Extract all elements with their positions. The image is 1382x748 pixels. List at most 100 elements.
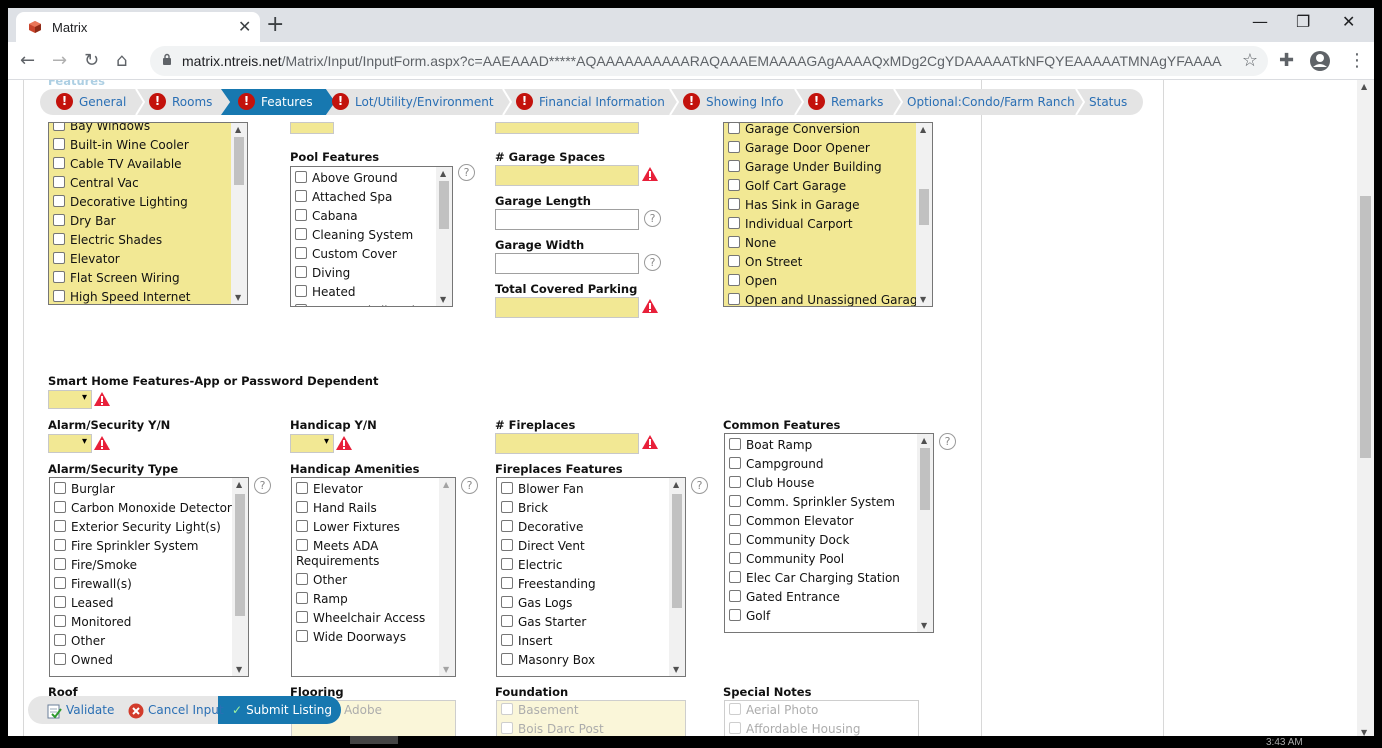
- profile-avatar-icon[interactable]: [1309, 50, 1331, 72]
- checkbox[interactable]: [296, 520, 308, 532]
- pool-features-listbox[interactable]: Above Ground Attached Spa Cabana Cleaning S…: [290, 166, 453, 307]
- list-item[interactable]: Attached Spa: [291, 188, 436, 207]
- list-item[interactable]: Other: [292, 571, 439, 590]
- list-item[interactable]: Electric: [497, 556, 669, 575]
- list-item[interactable]: Wheelchair Access: [292, 609, 439, 628]
- list-item[interactable]: Golf: [725, 607, 917, 626]
- garage-length-input[interactable]: [495, 209, 639, 230]
- checkbox[interactable]: [54, 520, 66, 532]
- list-item[interactable]: Garage Under Building: [724, 158, 916, 177]
- checkbox[interactable]: [53, 252, 65, 264]
- checkbox[interactable]: [53, 233, 65, 245]
- list-item[interactable]: Gas Starter: [497, 613, 669, 632]
- checkbox[interactable]: [295, 209, 307, 221]
- list-item[interactable]: Diving: [291, 264, 436, 283]
- pool-features-help-icon[interactable]: ?: [458, 164, 475, 181]
- list-item[interactable]: High Speed Internet: [49, 288, 231, 304]
- checkbox[interactable]: [54, 558, 66, 570]
- list-item[interactable]: Common Elevator: [725, 512, 917, 531]
- garage-spaces-input[interactable]: [495, 165, 639, 186]
- back-icon[interactable]: ←: [20, 50, 35, 71]
- step-tab-features[interactable]: ! Features: [238, 89, 313, 115]
- list-item[interactable]: Flat Screen Wiring: [49, 269, 231, 288]
- list-item[interactable]: Electric Shades: [49, 231, 231, 250]
- checkbox[interactable]: [728, 123, 740, 134]
- list-item[interactable]: Fire/Smoke: [50, 556, 232, 575]
- checkbox[interactable]: [501, 482, 513, 494]
- list-item[interactable]: Cleaning System: [291, 226, 436, 245]
- list-item[interactable]: Central Vac: [49, 174, 231, 193]
- checkbox[interactable]: [53, 176, 65, 188]
- page-scroll-thumb[interactable]: [1360, 196, 1371, 458]
- list-item[interactable]: Firewall(s): [50, 575, 232, 594]
- list-item[interactable]: Dry Bar: [49, 212, 231, 231]
- list-item[interactable]: Insert: [497, 632, 669, 651]
- alarm-yn-select[interactable]: ▾: [48, 434, 92, 453]
- checkbox[interactable]: [501, 615, 513, 627]
- checkbox[interactable]: [296, 630, 308, 642]
- validate-button[interactable]: Validate: [46, 696, 114, 724]
- list-item[interactable]: Decorative Lighting: [49, 193, 231, 212]
- checkbox[interactable]: [54, 653, 66, 665]
- list-item[interactable]: Boat Ramp: [725, 436, 917, 455]
- minimize-icon[interactable]: —: [1252, 12, 1268, 31]
- step-tab-financial-information[interactable]: ! Financial Information: [516, 89, 665, 115]
- fireplaces-features-listbox[interactable]: Blower Fan Brick Decorative Direct Vent Elec…: [496, 477, 686, 677]
- checkbox[interactable]: [54, 501, 66, 513]
- list-item[interactable]: Direct Vent: [497, 537, 669, 556]
- checkbox[interactable]: [53, 290, 65, 302]
- list-item[interactable]: Above Ground: [291, 169, 436, 188]
- checkbox[interactable]: [501, 520, 513, 532]
- step-tab-optional-condo-farm-ranch[interactable]: Optional:Condo/Farm Ranch: [907, 89, 1075, 115]
- checkbox[interactable]: [729, 495, 741, 507]
- garage-top-input[interactable]: [495, 122, 639, 134]
- list-item[interactable]: Open: [724, 272, 916, 291]
- forward-icon[interactable]: →: [52, 50, 67, 71]
- list-item[interactable]: Freestanding: [497, 575, 669, 594]
- page-scrollbar[interactable]: ▲ ▼: [1357, 80, 1374, 744]
- checkbox[interactable]: [501, 577, 513, 589]
- checkbox[interactable]: [296, 539, 308, 551]
- checkbox[interactable]: [53, 214, 65, 226]
- checkbox[interactable]: [501, 558, 513, 570]
- garage-width-help-icon[interactable]: ?: [644, 254, 661, 271]
- list-item[interactable]: Other: [50, 632, 232, 651]
- checkbox[interactable]: [295, 171, 307, 183]
- list-item[interactable]: On Street: [724, 253, 916, 272]
- extensions-icon[interactable]: ✚: [1279, 50, 1294, 71]
- list-item[interactable]: In Ground Fiberglass: [291, 302, 436, 306]
- garage-length-help-icon[interactable]: ?: [644, 210, 661, 227]
- checkbox[interactable]: [501, 501, 513, 513]
- checkbox[interactable]: [53, 138, 65, 150]
- alarm-type-help-icon[interactable]: ?: [254, 477, 271, 494]
- pool-yn-select[interactable]: [290, 122, 334, 134]
- browser-tab[interactable]: Matrix ✕: [16, 12, 260, 42]
- checkbox[interactable]: [728, 236, 740, 248]
- list-item[interactable]: Decorative: [497, 518, 669, 537]
- step-tab-rooms[interactable]: ! Rooms: [149, 89, 212, 115]
- checkbox[interactable]: [501, 653, 513, 665]
- handicap-amenities-help-icon[interactable]: ?: [461, 477, 478, 494]
- alarm-type-listbox[interactable]: Burglar Carbon Monoxide Detector Exterior …: [49, 477, 249, 677]
- checkbox[interactable]: [728, 179, 740, 191]
- smart-home-select[interactable]: ▾: [48, 390, 92, 409]
- checkbox[interactable]: [53, 195, 65, 207]
- checkbox[interactable]: [54, 596, 66, 608]
- checkbox[interactable]: [728, 255, 740, 267]
- address-bar[interactable]: matrix.ntreis.net/Matrix/Input/InputForm…: [150, 46, 1268, 76]
- taskbar-app[interactable]: [350, 736, 398, 744]
- list-item[interactable]: Leased: [50, 594, 232, 613]
- checkbox[interactable]: [54, 634, 66, 646]
- bookmark-star-icon[interactable]: ☆: [1242, 50, 1258, 71]
- checkbox[interactable]: [728, 160, 740, 172]
- step-tab-showing-info[interactable]: ! Showing Info: [683, 89, 783, 115]
- common-features-listbox[interactable]: Boat Ramp Campground Club House Comm. Sprin…: [724, 433, 934, 633]
- list-item[interactable]: Blower Fan: [497, 480, 669, 499]
- list-item[interactable]: Gas Logs: [497, 594, 669, 613]
- step-tab-remarks[interactable]: ! Remarks: [808, 89, 883, 115]
- checkbox[interactable]: [728, 198, 740, 210]
- common-features-help-icon[interactable]: ?: [939, 433, 956, 450]
- home-icon[interactable]: ⌂: [116, 50, 127, 71]
- new-tab-icon[interactable]: +: [266, 12, 284, 37]
- handicap-amenities-listbox[interactable]: Elevator Hand Rails Lower Fixtures Meets AD…: [291, 477, 456, 677]
